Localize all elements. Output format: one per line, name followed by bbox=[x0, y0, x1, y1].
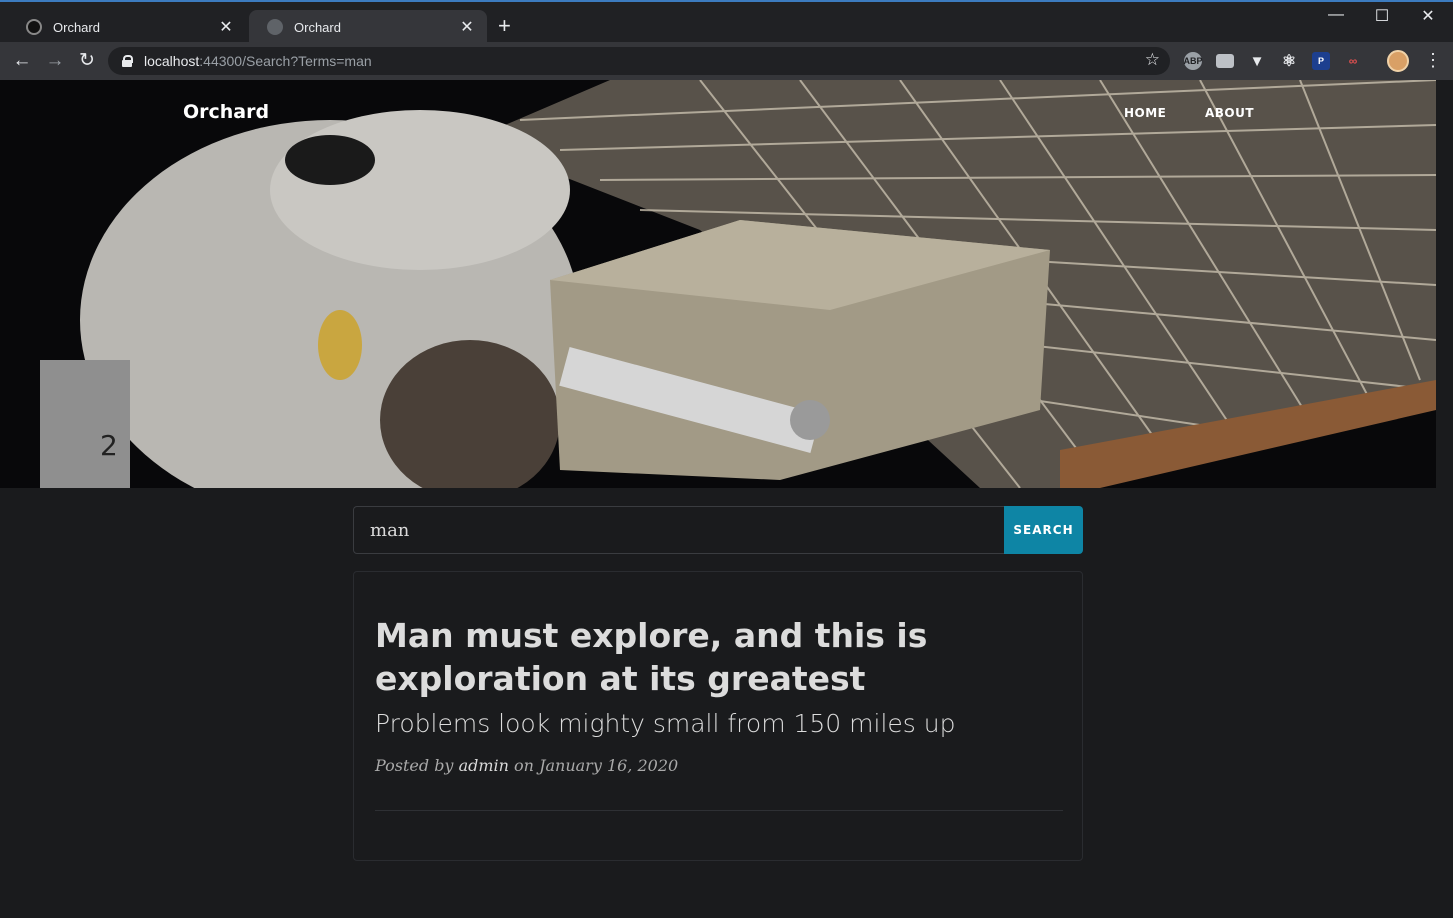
posted-by-label: Posted by bbox=[375, 756, 454, 775]
post-date: January 16, 2020 bbox=[539, 756, 679, 775]
search-button[interactable]: SEARCH bbox=[1004, 506, 1083, 554]
nav-about-link[interactable]: ABOUT bbox=[1205, 106, 1254, 120]
browser-tab-1[interactable]: Orchard ✕ bbox=[8, 10, 246, 44]
maximize-icon[interactable]: ☐ bbox=[1359, 6, 1405, 26]
forward-arrow-icon[interactable]: → bbox=[43, 49, 67, 73]
close-tab-icon[interactable]: ✕ bbox=[216, 17, 236, 37]
browser-menu-icon[interactable]: ⋮ bbox=[1424, 50, 1442, 71]
search-input[interactable] bbox=[353, 506, 1005, 554]
page-scrollbar[interactable] bbox=[1436, 80, 1453, 918]
reload-icon[interactable]: ↻ bbox=[75, 49, 99, 73]
abp-icon[interactable]: ABP bbox=[1184, 52, 1203, 70]
post-meta: Posted by admin on January 16, 2020 bbox=[375, 756, 678, 775]
lock-icon bbox=[122, 55, 133, 67]
back-arrow-icon[interactable]: ← bbox=[10, 49, 34, 73]
close-window-icon[interactable]: ✕ bbox=[1405, 6, 1451, 26]
post-subtitle: Problems look mighty small from 150 mile… bbox=[375, 709, 956, 738]
astronaut-hero-image: 2 bbox=[0, 80, 1436, 488]
glasses-icon[interactable]: ∞ bbox=[1344, 52, 1362, 70]
hero-image: 2 Orchard HOME ABOUT bbox=[0, 80, 1436, 488]
bookmark-star-icon[interactable]: ☆ bbox=[1145, 50, 1160, 70]
new-tab-icon[interactable]: + bbox=[498, 15, 511, 37]
browser-toolbar: ← → ↻ localhost:44300/Search?Terms=man ☆… bbox=[0, 42, 1453, 80]
vue-icon[interactable]: ▼ bbox=[1248, 52, 1266, 70]
profile-avatar[interactable] bbox=[1387, 50, 1409, 72]
post-title[interactable]: Man must explore, and this is exploratio… bbox=[375, 614, 1035, 700]
globe-favicon-icon bbox=[267, 19, 283, 35]
post-divider bbox=[375, 810, 1063, 811]
site-brand[interactable]: Orchard bbox=[183, 101, 269, 123]
browser-tab-2[interactable]: Orchard ✕ bbox=[249, 10, 487, 44]
tab-title: Orchard bbox=[294, 19, 341, 35]
search-form: SEARCH bbox=[353, 506, 1083, 554]
on-label: on bbox=[514, 756, 534, 775]
key-icon[interactable]: P bbox=[1312, 52, 1330, 70]
url-path: :44300/Search?Terms=man bbox=[199, 53, 372, 69]
address-bar[interactable]: localhost:44300/Search?Terms=man ☆ bbox=[108, 47, 1170, 75]
minimize-icon[interactable]: — bbox=[1313, 6, 1359, 24]
react-icon[interactable]: ⚛ bbox=[1280, 52, 1298, 70]
tab-title: Orchard bbox=[53, 19, 100, 35]
orchard-favicon-icon bbox=[26, 19, 42, 35]
close-tab-icon[interactable]: ✕ bbox=[457, 17, 477, 37]
post-author: admin bbox=[458, 756, 509, 775]
svg-text:2: 2 bbox=[100, 429, 118, 462]
url-host: localhost bbox=[144, 53, 200, 69]
search-result-card: Man must explore, and this is exploratio… bbox=[353, 571, 1083, 861]
nav-home-link[interactable]: HOME bbox=[1124, 106, 1166, 120]
camera-icon[interactable] bbox=[1216, 54, 1234, 68]
browser-tab-bar: Orchard ✕ Orchard ✕ + — ☐ ✕ bbox=[0, 0, 1453, 44]
